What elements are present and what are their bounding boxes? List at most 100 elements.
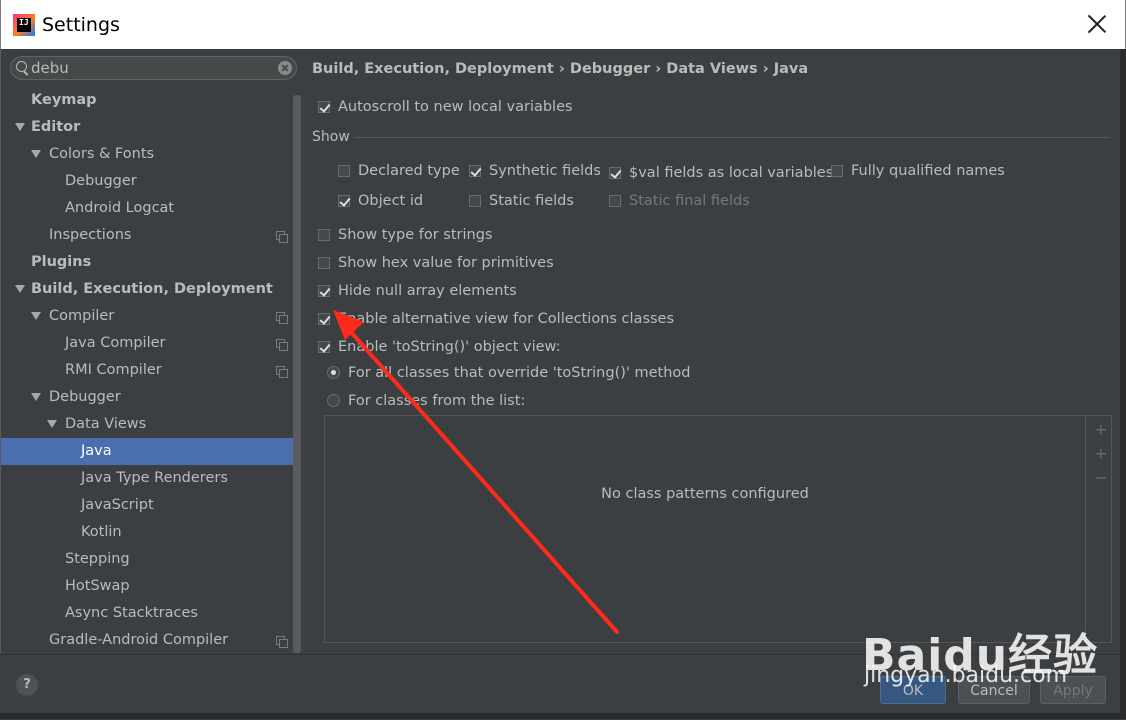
sidebar-item-colors-fonts[interactable]: Colors & Fonts xyxy=(1,141,293,168)
show-hex-primitives-checkbox[interactable]: Show hex value for primitives xyxy=(318,253,554,273)
dialog-footer: ? OK Cancel Apply xyxy=(0,654,1126,720)
cancel-button[interactable]: Cancel xyxy=(958,676,1030,704)
show-group-label: Show xyxy=(312,129,350,145)
sidebar-item-debugger[interactable]: Debugger xyxy=(1,384,293,411)
sidebar-item-plugins[interactable]: Plugins xyxy=(1,249,293,276)
sidebar-item-inspections[interactable]: Inspections xyxy=(1,222,293,249)
sidebar-item-async-stacktraces[interactable]: Async Stacktraces xyxy=(1,600,293,627)
sidebar-item-editor[interactable]: Editor xyxy=(1,114,293,141)
sidebar-item-javascript[interactable]: JavaScript xyxy=(1,492,293,519)
object-id-checkbox[interactable]: Object id xyxy=(338,191,423,211)
show-type-for-strings-checkbox[interactable]: Show type for strings xyxy=(318,225,492,245)
ok-button[interactable]: OK xyxy=(880,676,946,704)
expand-arrow-icon[interactable] xyxy=(15,123,25,131)
sidebar-item-label: Editor xyxy=(31,119,81,135)
alternative-collections-view-checkbox[interactable]: Enable alternative view for Collections … xyxy=(318,309,674,329)
checkbox-icon xyxy=(469,195,481,207)
project-settings-icon xyxy=(276,312,288,324)
remove-icon[interactable]: − xyxy=(1093,470,1109,486)
sidebar-item-label: Debugger xyxy=(49,389,121,405)
sidebar-item-kotlin[interactable]: Kotlin xyxy=(1,519,293,546)
class-patterns-list[interactable]: No class patterns configured + + − xyxy=(324,415,1112,643)
checkbox-icon xyxy=(318,101,330,113)
sidebar-item-label: Plugins xyxy=(31,254,92,270)
search-value: debu xyxy=(31,59,69,77)
sidebar-item-label: Java xyxy=(81,443,112,459)
sidebar-item-label: Debugger xyxy=(65,173,137,189)
help-icon[interactable]: ? xyxy=(16,674,38,696)
sidebar-item-android-logcat[interactable]: Android Logcat xyxy=(1,195,293,222)
sidebar-item-gradle-android-compiler[interactable]: Gradle-Android Compiler xyxy=(1,627,293,654)
expand-arrow-icon[interactable] xyxy=(31,312,41,320)
sidebar-item-label: Colors & Fonts xyxy=(49,146,155,162)
sidebar-item-rmi-compiler[interactable]: RMI Compiler xyxy=(1,357,293,384)
sidebar-item-keymap[interactable]: Keymap xyxy=(1,87,293,114)
radio-icon xyxy=(327,394,340,407)
intellij-icon: IJ xyxy=(13,14,35,36)
hide-null-array-checkbox[interactable]: Hide null array elements xyxy=(318,281,517,301)
checkbox-icon xyxy=(338,195,350,207)
project-settings-icon xyxy=(276,636,288,648)
sidebar-scrollbar[interactable] xyxy=(293,95,301,653)
sidebar-item-label: Keymap xyxy=(31,92,97,108)
static-fields-checkbox[interactable]: Static fields xyxy=(469,191,574,211)
show-separator xyxy=(354,137,1110,138)
window-edge-right xyxy=(1120,49,1126,719)
search-input[interactable]: debu xyxy=(10,56,297,80)
search-icon xyxy=(16,61,27,72)
sidebar-item-label: Android Logcat xyxy=(65,200,175,216)
empty-list-message: No class patterns configured xyxy=(601,486,809,502)
project-settings-icon xyxy=(276,339,288,351)
synthetic-fields-checkbox[interactable]: Synthetic fields xyxy=(469,161,601,181)
expand-arrow-icon[interactable] xyxy=(31,150,41,158)
sidebar-item-label: Java Type Renderers xyxy=(81,470,228,486)
sidebar-item-label: Async Stacktraces xyxy=(65,605,198,621)
expand-arrow-icon[interactable] xyxy=(47,420,57,428)
close-icon[interactable] xyxy=(1085,12,1109,36)
classes-from-list-radio[interactable]: For classes from the list: xyxy=(327,391,525,411)
fully-qualified-names-checkbox[interactable]: Fully qualified names xyxy=(831,161,1005,181)
sidebar-item-label: Java Compiler xyxy=(65,335,166,351)
add-pattern-icon[interactable]: + xyxy=(1093,446,1109,462)
settings-sidebar: debu Keymap Editor Colors & Fonts Debugger A… xyxy=(0,49,302,654)
sidebar-item-label: Stepping xyxy=(65,551,130,567)
sidebar-item-label: Build, Execution, Deployment xyxy=(31,281,273,297)
sidebar-item-label: Kotlin xyxy=(81,524,122,540)
sidebar-item-java-compiler[interactable]: Java Compiler xyxy=(1,330,293,357)
val-fields-checkbox[interactable]: $val fields as local variables xyxy=(609,163,833,183)
sidebar-item-hotswap[interactable]: HotSwap xyxy=(1,573,293,600)
toolbar-divider xyxy=(1085,416,1086,642)
checkbox-icon xyxy=(338,165,350,177)
sidebar-item-label: Compiler xyxy=(49,308,115,324)
project-settings-icon xyxy=(276,231,288,243)
static-final-fields-checkbox: Static final fields xyxy=(609,191,750,211)
clear-search-icon[interactable] xyxy=(278,61,292,75)
declared-type-checkbox[interactable]: Declared type xyxy=(338,161,460,181)
sidebar-item-label: Data Views xyxy=(65,416,147,432)
expand-arrow-icon[interactable] xyxy=(15,285,25,293)
sidebar-item-debugger[interactable]: Debugger xyxy=(1,168,293,195)
expand-arrow-icon[interactable] xyxy=(31,393,41,401)
sidebar-item-java-type-renderers[interactable]: Java Type Renderers xyxy=(1,465,293,492)
project-settings-icon xyxy=(276,366,288,378)
sidebar-item-stepping[interactable]: Stepping xyxy=(1,546,293,573)
sidebar-item-label: Inspections xyxy=(49,227,132,243)
tostring-view-checkbox[interactable]: Enable 'toString()' object view: xyxy=(318,337,561,357)
checkbox-icon xyxy=(318,229,330,241)
autoscroll-checkbox[interactable]: Autoscroll to new local variables xyxy=(318,97,573,117)
title-bar: IJ Settings xyxy=(0,0,1126,49)
window-edge-bottom xyxy=(0,713,1126,719)
add-class-icon[interactable]: + xyxy=(1093,422,1109,438)
sidebar-item-data-views[interactable]: Data Views xyxy=(1,411,293,438)
checkbox-icon xyxy=(609,167,621,179)
apply-button[interactable]: Apply xyxy=(1040,676,1106,704)
sidebar-item-compiler[interactable]: Compiler xyxy=(1,303,293,330)
sidebar-item-label: JavaScript xyxy=(81,497,154,513)
sidebar-item-java[interactable]: Java xyxy=(1,438,293,465)
sidebar-item-build-execution-deployment[interactable]: Build, Execution, Deployment xyxy=(1,276,293,303)
sidebar-item-label: Gradle-Android Compiler xyxy=(49,632,229,648)
all-classes-radio[interactable]: For all classes that override 'toString(… xyxy=(327,363,690,383)
window-title: Settings xyxy=(42,14,120,36)
settings-content: Build, Execution, Deployment › Debugger … xyxy=(302,49,1126,654)
radio-icon xyxy=(327,366,340,379)
